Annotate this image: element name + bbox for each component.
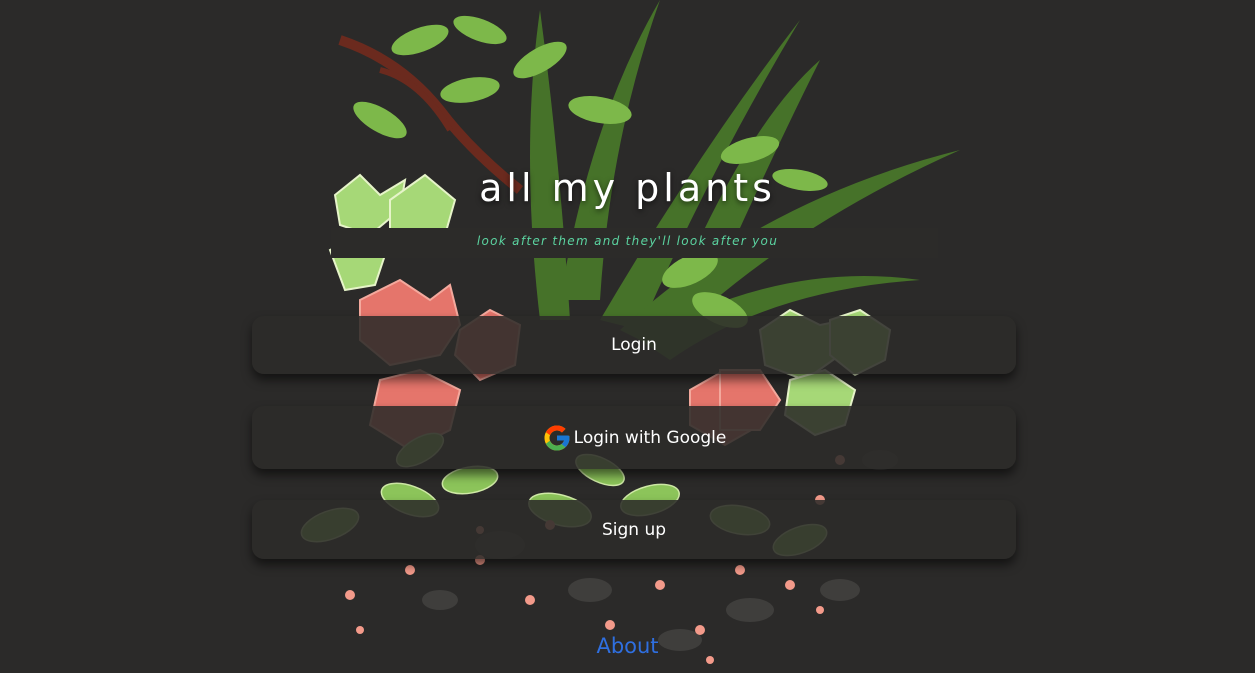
about-link[interactable]: About <box>0 634 1255 658</box>
landing-page: all my plants look after them and they'l… <box>0 0 1255 673</box>
sign-up-button-label: Sign up <box>601 519 667 540</box>
app-title: all my plants <box>479 166 776 210</box>
sign-up-button[interactable]: Sign up <box>252 500 1016 559</box>
login-button-label: Login <box>611 335 657 355</box>
google-icon <box>542 423 572 453</box>
app-tagline: look after them and they'll look after y… <box>476 234 779 248</box>
login-with-google-button[interactable]: Login with Google <box>252 406 1016 469</box>
login-button[interactable]: Login <box>252 316 1016 374</box>
login-with-google-label: Login with Google <box>573 427 727 448</box>
